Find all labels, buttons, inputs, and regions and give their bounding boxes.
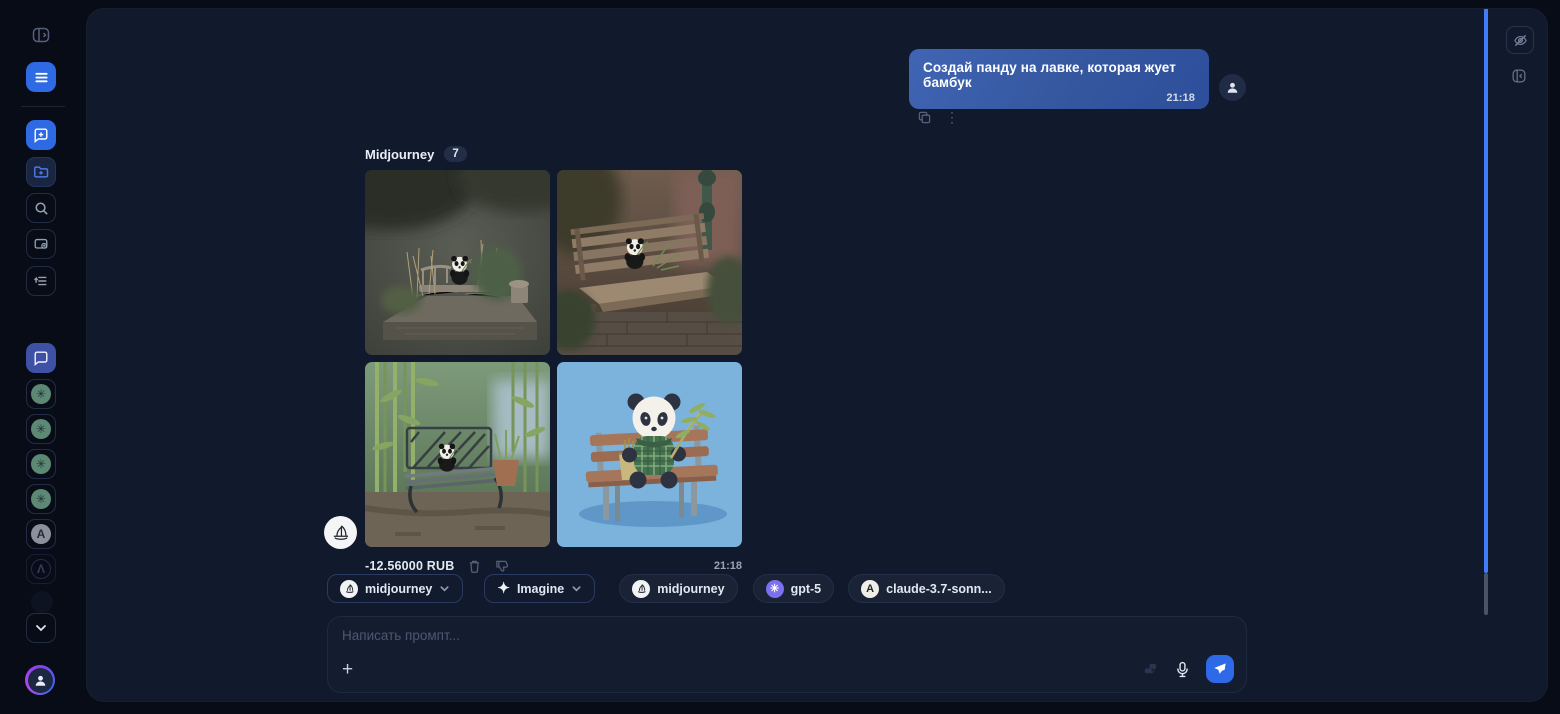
queue-tasks-button[interactable]	[26, 266, 56, 296]
expand-chat-list-button[interactable]	[26, 613, 56, 643]
person-icon	[1226, 81, 1239, 94]
prompt-input[interactable]	[342, 628, 1232, 643]
paper-plane-icon	[1213, 662, 1227, 676]
user-avatar	[1219, 74, 1246, 101]
bot-model-name: Midjourney	[365, 147, 434, 162]
generation-cost: -12.56000 RUB	[365, 559, 454, 573]
anthropic-logo-icon: A	[861, 580, 879, 598]
sidebar-toggle-icon[interactable]	[26, 20, 56, 50]
user-message-time: 21:18	[923, 92, 1195, 104]
generated-image-grid	[365, 170, 742, 547]
thumbs-down-icon[interactable]	[495, 559, 509, 573]
current-chat-item[interactable]	[26, 343, 56, 373]
media-generation-button[interactable]	[26, 229, 56, 259]
anthropic-logo-icon: A	[31, 524, 51, 544]
prompt-composer: +	[327, 616, 1247, 693]
insert-media-icon[interactable]	[1142, 661, 1159, 678]
midjourney-sailboat-icon	[331, 523, 350, 542]
hide-preview-button[interactable]	[1506, 26, 1534, 54]
delete-icon[interactable]	[468, 559, 481, 573]
generated-image-3[interactable]	[365, 362, 550, 547]
pill-label: midjourney	[657, 582, 724, 596]
copy-icon[interactable]	[918, 111, 931, 124]
pill-label: gpt-5	[791, 582, 822, 596]
new-folder-button[interactable]	[26, 157, 56, 187]
user-profile-avatar[interactable]	[25, 665, 55, 695]
chat-item-hidden	[31, 591, 53, 613]
left-sidebar: ✳ ✳ ✳ ✳ A Λ	[0, 0, 86, 714]
attach-plus-icon[interactable]: +	[342, 660, 353, 679]
model-selector-row: midjourney ✦ Imagine midjourney ✳ gpt-5 …	[327, 574, 1005, 603]
new-chat-button[interactable]	[26, 120, 56, 150]
quick-model-midjourney[interactable]: midjourney	[619, 574, 737, 603]
chat-item-faded[interactable]: Λ	[26, 554, 56, 584]
more-options-icon[interactable]: ⋮	[945, 110, 959, 124]
chat-item-gpt-4[interactable]: ✳	[26, 484, 56, 514]
user-message-row: Создай панду на лавке, которая жует бамб…	[909, 49, 1209, 109]
panel-collapse-icon	[1510, 67, 1528, 85]
app-logo-menu-button[interactable]	[26, 62, 56, 92]
chevron-down-icon	[439, 583, 450, 594]
generated-image-1[interactable]	[365, 170, 550, 355]
user-message-text: Создай панду на лавке, которая жует бамб…	[923, 60, 1176, 90]
pill-label: Imagine	[517, 582, 564, 596]
composer-toolbar: +	[342, 655, 1234, 683]
send-button[interactable]	[1206, 655, 1234, 683]
bot-message-footer: -12.56000 RUB 21:18	[365, 557, 742, 575]
user-message-bubble: Создай панду на лавке, которая жует бамб…	[909, 49, 1209, 109]
user-message-actions: ⋮	[918, 110, 959, 124]
bot-header: Midjourney 7	[365, 146, 467, 162]
pill-label: midjourney	[365, 582, 432, 596]
pill-label: claude-3.7-sonn...	[886, 582, 992, 596]
bot-message-time: 21:18	[714, 560, 742, 572]
generated-image-4[interactable]	[557, 362, 742, 547]
quick-model-claude[interactable]: A claude-3.7-sonn...	[848, 574, 1005, 603]
chat-item-gpt-1[interactable]: ✳	[26, 379, 56, 409]
microphone-icon[interactable]	[1176, 661, 1189, 678]
chat-item-gpt-2[interactable]: ✳	[26, 414, 56, 444]
image-count-badge: 7	[444, 146, 466, 162]
generated-image-2[interactable]	[557, 170, 742, 355]
search-button[interactable]	[26, 193, 56, 223]
chat-item-gpt-3[interactable]: ✳	[26, 449, 56, 479]
model-select-midjourney[interactable]: midjourney	[327, 574, 463, 603]
quick-model-gpt-5[interactable]: ✳ gpt-5	[753, 574, 835, 603]
scrollbar-thumb[interactable]	[1484, 573, 1488, 615]
sparkles-icon: ✦	[497, 581, 510, 596]
openai-logo-icon: ✳	[31, 489, 51, 509]
openai-logo-icon: ✳	[31, 384, 51, 404]
midjourney-avatar	[324, 516, 357, 549]
collapse-sidebar-button[interactable]	[1510, 67, 1528, 85]
openai-logo-icon: ✳	[766, 580, 784, 598]
midjourney-logo-icon	[340, 580, 358, 598]
mode-select-imagine[interactable]: ✦ Imagine	[484, 574, 595, 603]
midjourney-logo-icon	[632, 580, 650, 598]
chat-panel: Создай панду на лавке, которая жует бамб…	[86, 8, 1548, 702]
chat-item-claude[interactable]: A	[26, 519, 56, 549]
provider-logo-icon: Λ	[31, 559, 51, 579]
openai-logo-icon: ✳	[31, 419, 51, 439]
eye-off-icon	[1513, 33, 1528, 48]
openai-logo-icon: ✳	[31, 454, 51, 474]
sidebar-divider	[21, 106, 65, 107]
scroll-progress-indicator	[1484, 9, 1488, 573]
person-icon	[28, 668, 53, 693]
chevron-down-icon	[571, 583, 582, 594]
